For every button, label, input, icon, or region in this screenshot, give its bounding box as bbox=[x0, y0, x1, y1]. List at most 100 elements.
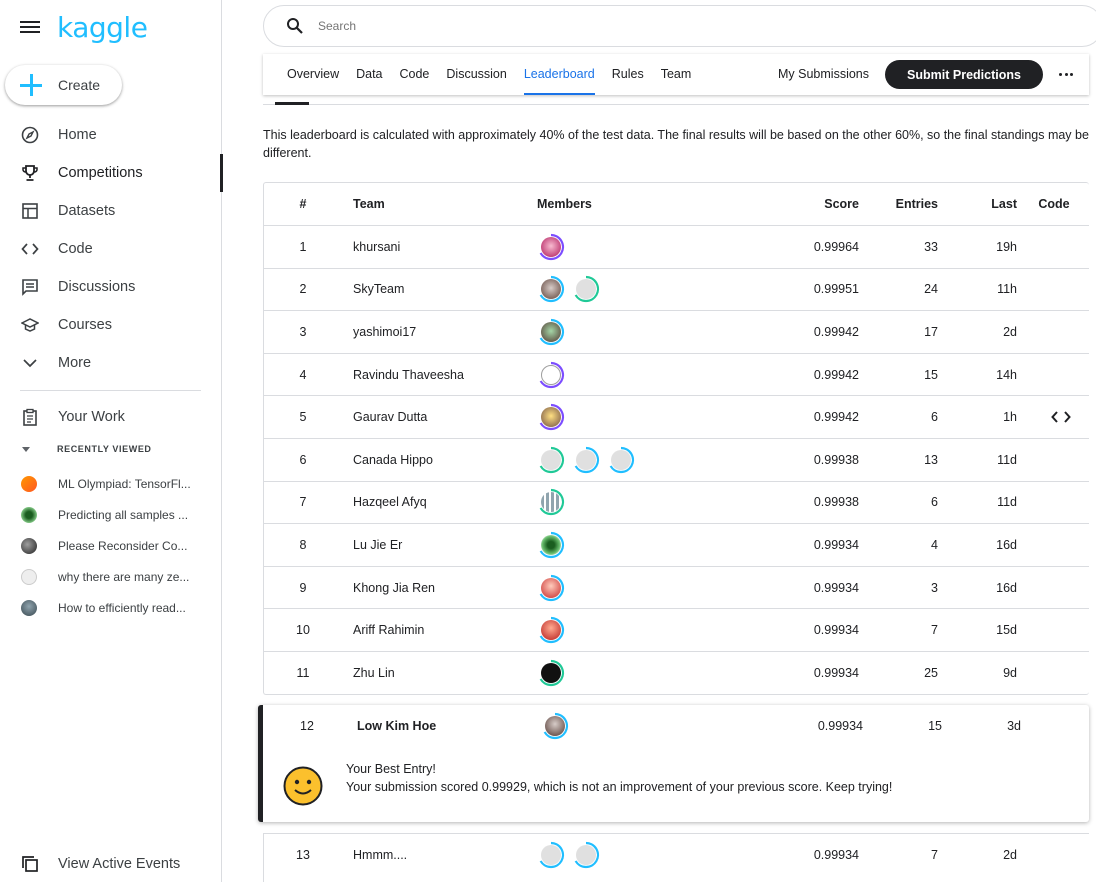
sidebar-item-view-active-events[interactable]: View Active Events bbox=[0, 845, 222, 882]
table-row[interactable]: 1 khursani 0.99964 33 19h bbox=[264, 225, 1089, 268]
sidebar-item-home[interactable]: Home bbox=[0, 116, 222, 154]
recent-item[interactable]: why there are many ze... bbox=[0, 561, 222, 592]
member-avatar[interactable] bbox=[537, 233, 565, 261]
table-row-my-entry[interactable]: 12 Low Kim Hoe 0.99934 15 3d bbox=[268, 705, 1094, 747]
leaderboard-note: This leaderboard is calculated with appr… bbox=[263, 128, 1089, 160]
code-icon[interactable] bbox=[1051, 410, 1071, 424]
member-avatar[interactable] bbox=[572, 275, 600, 303]
member-avatar[interactable] bbox=[572, 841, 600, 869]
team-name[interactable]: yashimoi17 bbox=[353, 311, 523, 353]
sidebar-item-courses[interactable]: Courses bbox=[0, 306, 222, 344]
table-row[interactable]: 11 Zhu Lin 0.99934 25 9d bbox=[264, 650, 1089, 694]
events-icon bbox=[21, 855, 39, 873]
header-last[interactable]: Last bbox=[944, 183, 1017, 225]
rank-cell: 10 bbox=[296, 623, 310, 638]
tab-rules[interactable]: Rules bbox=[612, 54, 644, 95]
team-name[interactable]: Lu Jie Er bbox=[353, 524, 523, 566]
member-avatar[interactable] bbox=[537, 318, 565, 346]
sidebar-item-more[interactable]: More bbox=[0, 344, 222, 382]
member-avatar[interactable] bbox=[537, 531, 565, 559]
member-avatar[interactable] bbox=[572, 446, 600, 474]
table-row[interactable]: 3 yashimoi17 0.99942 17 2d bbox=[264, 310, 1089, 353]
team-name[interactable]: khursani bbox=[353, 226, 523, 268]
member-avatar[interactable] bbox=[537, 361, 565, 389]
submit-predictions-button[interactable]: Submit Predictions bbox=[885, 60, 1043, 89]
tab-discussion[interactable]: Discussion bbox=[446, 54, 506, 95]
sidebar-item-datasets[interactable]: Datasets bbox=[0, 192, 222, 230]
header-team[interactable]: Team bbox=[353, 183, 523, 225]
members-cell bbox=[537, 609, 737, 651]
last-cell: 11h bbox=[997, 282, 1017, 297]
create-button[interactable]: Create bbox=[5, 65, 122, 105]
score-cell: 0.99938 bbox=[813, 452, 859, 467]
recent-item[interactable]: Please Reconsider Co... bbox=[0, 530, 222, 561]
member-avatar[interactable] bbox=[607, 446, 635, 474]
sidebar-item-discussions[interactable]: Discussions bbox=[0, 268, 222, 306]
members-cell bbox=[537, 652, 737, 694]
team-name[interactable]: Low Kim Hoe bbox=[357, 705, 527, 747]
table-row[interactable]: 9 Khong Jia Ren 0.99934 3 16d bbox=[264, 565, 1089, 609]
member-avatar[interactable] bbox=[537, 446, 565, 474]
last-cell: 19h bbox=[996, 239, 1017, 254]
team-name[interactable]: Canada Hippo bbox=[353, 439, 523, 481]
tab-leaderboard[interactable]: Leaderboard bbox=[523, 54, 595, 95]
member-avatar[interactable] bbox=[537, 659, 565, 687]
table-row[interactable]: 4 Ravindu Thaveesha 0.99942 15 14h bbox=[264, 352, 1089, 396]
header-members: Members bbox=[537, 197, 592, 211]
tab-team[interactable]: Team bbox=[661, 54, 692, 95]
rank-cell: 6 bbox=[299, 452, 307, 467]
table-row[interactable]: 5 Gaurav Dutta 0.99942 6 1h bbox=[264, 395, 1089, 438]
recent-item-label: why there are many ze... bbox=[58, 569, 190, 584]
sidebar-item-code[interactable]: Code bbox=[0, 230, 222, 268]
table-row[interactable]: 2 SkyTeam 0.99951 24 11h bbox=[264, 267, 1089, 311]
recent-item[interactable]: ML Olympiad: TensorFl... bbox=[0, 468, 222, 499]
table-row[interactable]: 13 Hmmm.... 0.99934 7 2d bbox=[264, 834, 1089, 876]
member-avatar[interactable] bbox=[537, 488, 565, 516]
kaggle-logo[interactable]: kaggle bbox=[57, 11, 148, 44]
search-input[interactable] bbox=[318, 19, 918, 33]
rank-cell: 11 bbox=[296, 665, 310, 680]
header-entries[interactable]: Entries bbox=[864, 183, 938, 225]
member-avatar[interactable] bbox=[537, 616, 565, 644]
header-rank[interactable]: # bbox=[264, 183, 342, 225]
team-name[interactable]: Khong Jia Ren bbox=[353, 567, 523, 609]
score-cell: 0.99964 bbox=[813, 239, 859, 254]
rank-cell: 12 bbox=[300, 719, 314, 733]
recent-item-label: Predicting all samples ... bbox=[58, 507, 189, 522]
team-name[interactable]: Hazqeel Afyq bbox=[353, 482, 523, 524]
table-row[interactable]: 6 Canada Hippo 0.99938 13 11d bbox=[264, 437, 1089, 481]
menu-icon[interactable] bbox=[20, 18, 40, 36]
table-row[interactable]: 7 Hazqeel Afyq 0.99938 6 11d bbox=[264, 480, 1089, 524]
team-name[interactable]: Ravindu Thaveesha bbox=[353, 354, 523, 396]
best-entry-message: Your submission scored 0.99929, which is… bbox=[346, 780, 893, 794]
team-name[interactable]: Gaurav Dutta bbox=[353, 396, 523, 438]
avatar bbox=[21, 599, 37, 616]
tab-code[interactable]: Code bbox=[400, 54, 430, 95]
table-row[interactable]: 10 Ariff Rahimin 0.99934 7 15d bbox=[264, 608, 1089, 651]
header-score[interactable]: Score bbox=[734, 183, 859, 225]
member-avatar[interactable] bbox=[537, 574, 565, 602]
members-cell bbox=[537, 567, 737, 609]
tier-ring bbox=[543, 712, 569, 740]
member-avatar[interactable] bbox=[537, 403, 565, 431]
last-cell: 15d bbox=[996, 623, 1017, 638]
team-name[interactable]: SkyTeam bbox=[353, 269, 523, 311]
recently-viewed-toggle[interactable]: RECENTLY VIEWED bbox=[22, 444, 152, 454]
tier-ring bbox=[574, 841, 600, 869]
recent-item[interactable]: Predicting all samples ... bbox=[0, 499, 222, 530]
recent-item[interactable]: How to efficiently read... bbox=[0, 592, 222, 623]
tab-overview[interactable]: Overview bbox=[287, 54, 339, 95]
member-avatar[interactable] bbox=[541, 712, 569, 740]
score-cell: 0.99934 bbox=[817, 719, 863, 733]
sidebar-item-competitions[interactable]: Competitions bbox=[0, 154, 223, 192]
team-name[interactable]: Zhu Lin bbox=[353, 652, 523, 694]
my-submissions-button[interactable]: My Submissions bbox=[778, 54, 869, 95]
tab-data[interactable]: Data bbox=[356, 54, 382, 95]
sidebar-item-your-work[interactable]: Your Work bbox=[0, 398, 222, 436]
team-name[interactable]: Ariff Rahimin bbox=[353, 609, 523, 651]
team-name[interactable]: Hmmm.... bbox=[353, 834, 523, 876]
member-avatar[interactable] bbox=[537, 275, 565, 303]
table-row[interactable]: 8 Lu Jie Er 0.99934 4 16d bbox=[264, 523, 1089, 566]
member-avatar[interactable] bbox=[537, 841, 565, 869]
more-options-icon[interactable] bbox=[1059, 67, 1073, 81]
